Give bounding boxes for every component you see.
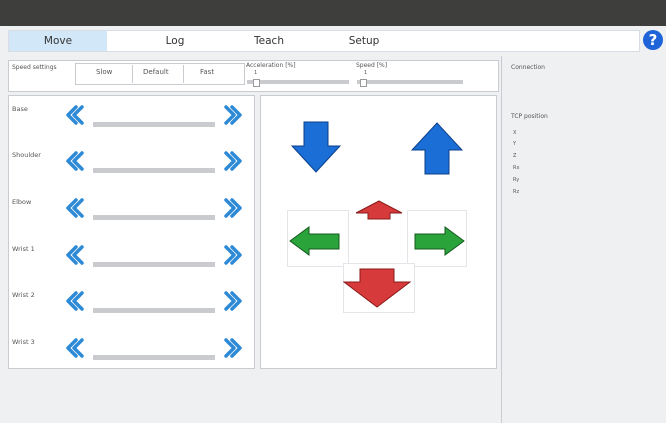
acceleration-label: Acceleration [%]: [246, 62, 296, 69]
right-panel-divider: [501, 56, 502, 423]
joint-label: Elbow: [12, 198, 32, 206]
jog-minus-chevron-icon[interactable]: [64, 151, 84, 171]
tcp-rx-label: Rx: [513, 165, 520, 171]
speed-value: 1: [364, 70, 368, 76]
jog-minus-chevron-icon[interactable]: [64, 245, 84, 265]
jog-down-red-arrow-icon[interactable]: [343, 268, 411, 308]
tab-bar: Move Log Teach Setup: [8, 30, 640, 52]
speed-slider[interactable]: [357, 80, 463, 84]
tab-setup[interactable]: Setup: [309, 31, 419, 51]
joint-slider[interactable]: [93, 355, 215, 360]
joint-slider[interactable]: [93, 308, 215, 313]
joint-label: Wrist 1: [12, 245, 35, 253]
jog-up-arrow-icon[interactable]: [411, 122, 463, 176]
jog-up-small-arrow-icon[interactable]: [354, 200, 404, 220]
speed-separator: [183, 65, 184, 83]
slow-button[interactable]: Slow: [96, 66, 112, 79]
joint-label: Base: [12, 105, 28, 113]
fast-button[interactable]: Fast: [200, 66, 214, 79]
help-icon[interactable]: ?: [643, 30, 663, 50]
title-bar: [0, 0, 666, 26]
speed-label: Speed [%]: [356, 62, 388, 69]
joint-label: Wrist 2: [12, 291, 35, 299]
acceleration-slider[interactable]: [247, 80, 349, 84]
joint-slider[interactable]: [93, 262, 215, 267]
joint-label: Shoulder: [12, 151, 41, 159]
speed-separator: [132, 65, 133, 83]
tcp-ry-label: Ry: [513, 177, 520, 183]
tcp-y-label: Y: [513, 141, 517, 147]
default-button[interactable]: Default: [143, 66, 169, 79]
jog-minus-chevron-icon[interactable]: [64, 338, 84, 358]
jog-plus-chevron-icon[interactable]: [224, 105, 244, 125]
jog-minus-chevron-icon[interactable]: [64, 198, 84, 218]
joint-control-panel: [8, 95, 255, 369]
tcp-z-label: Z: [513, 153, 517, 159]
joint-slider[interactable]: [93, 215, 215, 220]
jog-minus-chevron-icon[interactable]: [64, 291, 84, 311]
speed-slider-thumb[interactable]: [360, 79, 367, 87]
jog-minus-chevron-icon[interactable]: [64, 105, 84, 125]
acceleration-value: 1: [254, 70, 258, 76]
tcp-rz-label: Rz: [513, 189, 520, 195]
joint-slider[interactable]: [93, 122, 215, 127]
joint-label: Wrist 3: [12, 338, 35, 346]
tab-move[interactable]: Move: [9, 31, 107, 51]
jog-down-arrow-icon[interactable]: [291, 120, 341, 174]
acceleration-slider-thumb[interactable]: [253, 79, 260, 87]
connection-label: Connection: [511, 64, 545, 71]
tcp-x-label: X: [513, 130, 517, 136]
jog-left-arrow-icon[interactable]: [289, 226, 341, 256]
tcp-position-label: TCP position: [511, 113, 548, 120]
speed-settings-label: Speed settings: [12, 64, 57, 71]
joint-slider[interactable]: [93, 168, 215, 173]
jog-plus-chevron-icon[interactable]: [224, 198, 244, 218]
jog-plus-chevron-icon[interactable]: [224, 291, 244, 311]
jog-plus-chevron-icon[interactable]: [224, 151, 244, 171]
jog-right-arrow-icon[interactable]: [413, 226, 465, 256]
jog-plus-chevron-icon[interactable]: [224, 245, 244, 265]
jog-plus-chevron-icon[interactable]: [224, 338, 244, 358]
